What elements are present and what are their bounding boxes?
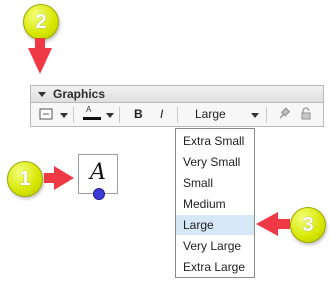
dropdown-item-small[interactable]: Small bbox=[176, 173, 254, 193]
pin-icon[interactable] bbox=[277, 107, 291, 123]
text-size-dropdown: Extra Small Very Small Small Medium Larg… bbox=[175, 128, 255, 278]
lock-icon[interactable] bbox=[299, 107, 313, 123]
annotation-badge-1: 1 bbox=[7, 161, 43, 197]
chevron-down-icon[interactable] bbox=[60, 113, 68, 118]
annotation-badge-2: 2 bbox=[23, 4, 59, 40]
color-sample-label: A bbox=[86, 105, 92, 114]
dropdown-item-extra-small[interactable]: Extra Small bbox=[176, 131, 254, 151]
collapse-triangle-icon[interactable] bbox=[38, 92, 46, 97]
bold-button[interactable]: B bbox=[134, 107, 143, 123]
toolbar-divider bbox=[119, 107, 120, 123]
italic-button[interactable]: I bbox=[160, 107, 163, 123]
style-toolbar: A B I Large bbox=[30, 103, 324, 127]
annotation-arrow-stem bbox=[276, 219, 290, 229]
chevron-down-icon[interactable] bbox=[106, 113, 114, 118]
badge-number: 2 bbox=[35, 10, 47, 33]
annotation-badge-3: 3 bbox=[290, 207, 326, 243]
badge-number: 1 bbox=[19, 167, 31, 190]
badge-number: 3 bbox=[302, 213, 314, 236]
point-handle-icon[interactable] bbox=[93, 188, 105, 200]
dropdown-item-very-large[interactable]: Very Large bbox=[176, 236, 254, 256]
chevron-down-icon[interactable] bbox=[251, 113, 259, 118]
dropdown-item-large[interactable]: Large bbox=[176, 215, 254, 235]
toolbar-divider bbox=[266, 107, 267, 123]
panel-header[interactable]: Graphics bbox=[30, 85, 324, 103]
text-object-glyph: A bbox=[90, 160, 106, 185]
annotation-arrow-right-icon bbox=[54, 166, 74, 190]
annotation-arrow-down-icon bbox=[28, 48, 52, 74]
toolbar-divider bbox=[73, 107, 74, 123]
annotation-arrow-left-icon bbox=[256, 212, 278, 236]
text-size-select[interactable]: Large bbox=[195, 107, 226, 121]
text-color-button[interactable]: A bbox=[81, 105, 103, 123]
panel-title: Graphics bbox=[53, 87, 106, 101]
text-frame-icon[interactable] bbox=[39, 107, 53, 123]
dropdown-item-medium[interactable]: Medium bbox=[176, 194, 254, 214]
dropdown-item-very-small[interactable]: Very Small bbox=[176, 152, 254, 172]
color-swatch bbox=[83, 117, 101, 120]
text-object[interactable]: A bbox=[78, 154, 118, 200]
dropdown-item-extra-large[interactable]: Extra Large bbox=[176, 257, 254, 277]
toolbar-divider bbox=[177, 107, 178, 123]
